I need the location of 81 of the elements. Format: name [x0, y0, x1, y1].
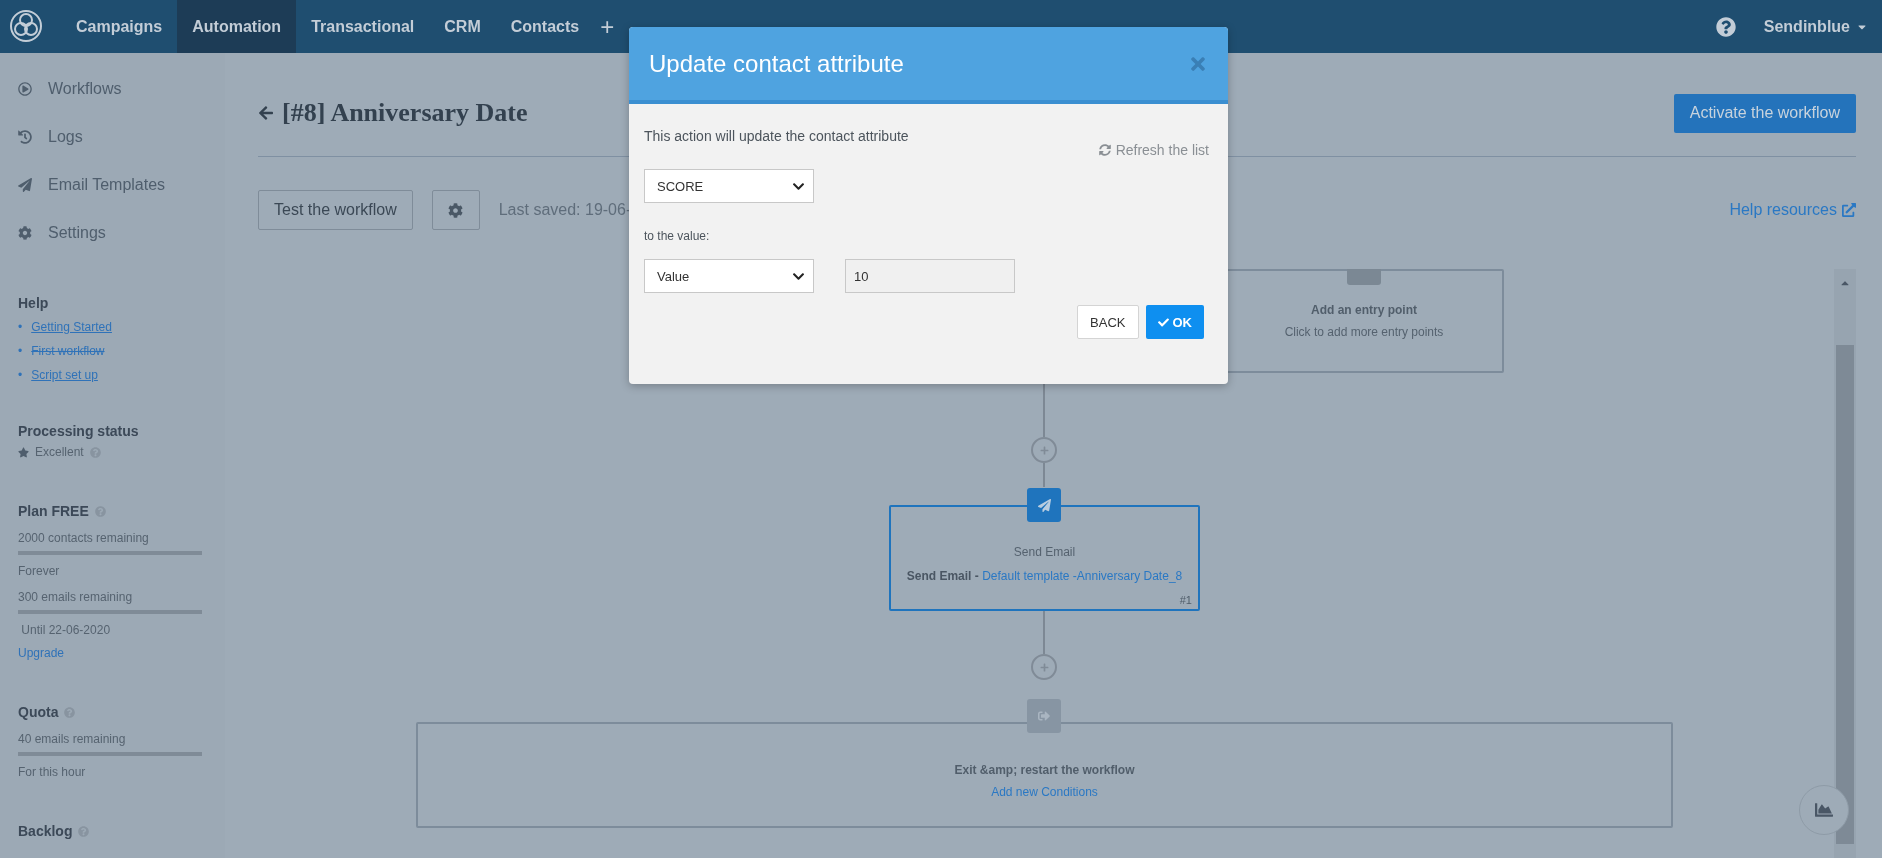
sidebar-label: Logs	[48, 128, 83, 146]
bullet: •	[18, 320, 23, 334]
bullet: •	[18, 344, 23, 358]
dialog-description: This action will update the contact attribute	[644, 128, 909, 144]
help-resources-link[interactable]: Help resources	[1729, 201, 1856, 219]
node-title: Exit &amp; restart the workflow	[954, 763, 1135, 777]
add-tab[interactable]: +	[594, 0, 621, 53]
area-chart-icon	[1815, 801, 1833, 819]
ok-button[interactable]: OK	[1145, 305, 1204, 339]
settings-icon	[18, 226, 32, 240]
paper-plane-icon	[1027, 488, 1061, 522]
nav-tab[interactable]: Contacts	[495, 0, 595, 53]
check-icon	[1157, 316, 1169, 328]
value-field[interactable]: 10	[845, 259, 1015, 293]
value-label: to the value:	[644, 229, 711, 243]
settings-icon	[448, 202, 464, 218]
paper-plane-icon	[18, 178, 32, 192]
settings-button[interactable]	[431, 190, 480, 230]
sidebar-item[interactable]: Settings	[18, 209, 225, 257]
help-link[interactable]: First workflow	[31, 344, 105, 358]
meter-note: Forever	[18, 564, 61, 578]
sidebar-label: Workflows	[48, 80, 122, 98]
scrollbar[interactable]	[1834, 269, 1856, 858]
node-title: Add an entry point	[1311, 303, 1417, 317]
node-subtitle: Click to add more entry points	[1284, 325, 1444, 339]
section-title: Plan FREE	[18, 503, 89, 519]
meter-note: For this hour	[18, 765, 87, 779]
meter-label: 2000 contacts remaining	[18, 531, 150, 545]
nav-tab[interactable]: CRM	[429, 0, 496, 53]
connector-line	[1043, 463, 1045, 487]
back-arrow-icon[interactable]	[258, 105, 274, 121]
section-title: Backlog	[18, 823, 73, 839]
value-type-select[interactable]: Value	[644, 259, 814, 293]
refresh-link[interactable]: Refresh the list	[1098, 142, 1209, 158]
sidebar-item[interactable]: Workflows	[18, 65, 225, 113]
chart-button[interactable]	[1799, 785, 1849, 835]
sidebar-label: Email Templates	[48, 176, 166, 194]
add-conditions-link[interactable]: Add new Conditions	[991, 785, 1098, 799]
external-link-icon	[1842, 203, 1856, 217]
upgrade-link[interactable]: Upgrade	[18, 646, 225, 660]
attribute-select[interactable]: SCORE	[644, 169, 814, 203]
help-link[interactable]: Script set up	[31, 368, 98, 382]
help-link[interactable]: Getting Started	[31, 320, 112, 334]
bullet: •	[18, 368, 23, 382]
exit-node[interactable]: Exit &amp; restart the workflow Add new Conditions	[416, 722, 1673, 828]
nav-tab[interactable]: Automation	[177, 0, 297, 53]
add-step-button[interactable]	[1031, 654, 1057, 680]
section-title: Quota	[18, 704, 59, 720]
add-step-button[interactable]	[1031, 437, 1057, 463]
connector-line	[1043, 611, 1045, 654]
node-number: #1	[1179, 594, 1192, 606]
status-text: Excellent	[35, 445, 84, 459]
sidebar-item[interactable]: Logs	[18, 113, 225, 161]
history-icon	[18, 130, 32, 144]
workflow-title: [#8] Anniversary Date	[282, 98, 528, 128]
dialog-title: Update contact attribute	[649, 49, 904, 78]
account-menu[interactable]: Sendinblue	[1763, 17, 1868, 36]
play-icon	[18, 82, 32, 96]
last-saved-text: Last saved: 19-06-	[498, 201, 632, 219]
test-button[interactable]: Test the workflow	[258, 190, 413, 230]
plus-icon	[1039, 662, 1049, 672]
exit-icon	[1027, 699, 1061, 733]
star-icon	[18, 446, 29, 458]
sidebar-item[interactable]: Email Templates	[18, 161, 225, 209]
section-title: Processing status	[18, 423, 140, 439]
refresh-icon	[1098, 144, 1111, 156]
activate-button[interactable]: Activate the workflow	[1673, 93, 1856, 133]
node-description: Send Email - Default template -Anniversary Date_8	[906, 569, 1183, 583]
meter-label: 300 emails remaining	[18, 590, 134, 604]
plus-icon	[1039, 445, 1049, 455]
section-title: Help	[18, 295, 50, 311]
node-title: Send Email	[1013, 545, 1076, 559]
nav-tab[interactable]: Transactional	[296, 0, 430, 53]
meter-label: 40 emails remaining	[18, 732, 127, 746]
sidebar-label: Settings	[48, 224, 106, 242]
meter-note: Until 22-06-2020	[20, 623, 112, 637]
logo-icon[interactable]	[9, 9, 43, 43]
back-button[interactable]: BACK	[1077, 305, 1139, 339]
help-icon[interactable]	[1715, 16, 1736, 37]
nav-tab[interactable]: Campaigns	[61, 0, 178, 53]
send-email-node[interactable]: Send Email Send Email - Default template -Anniversary Date_8 #1	[889, 505, 1200, 611]
